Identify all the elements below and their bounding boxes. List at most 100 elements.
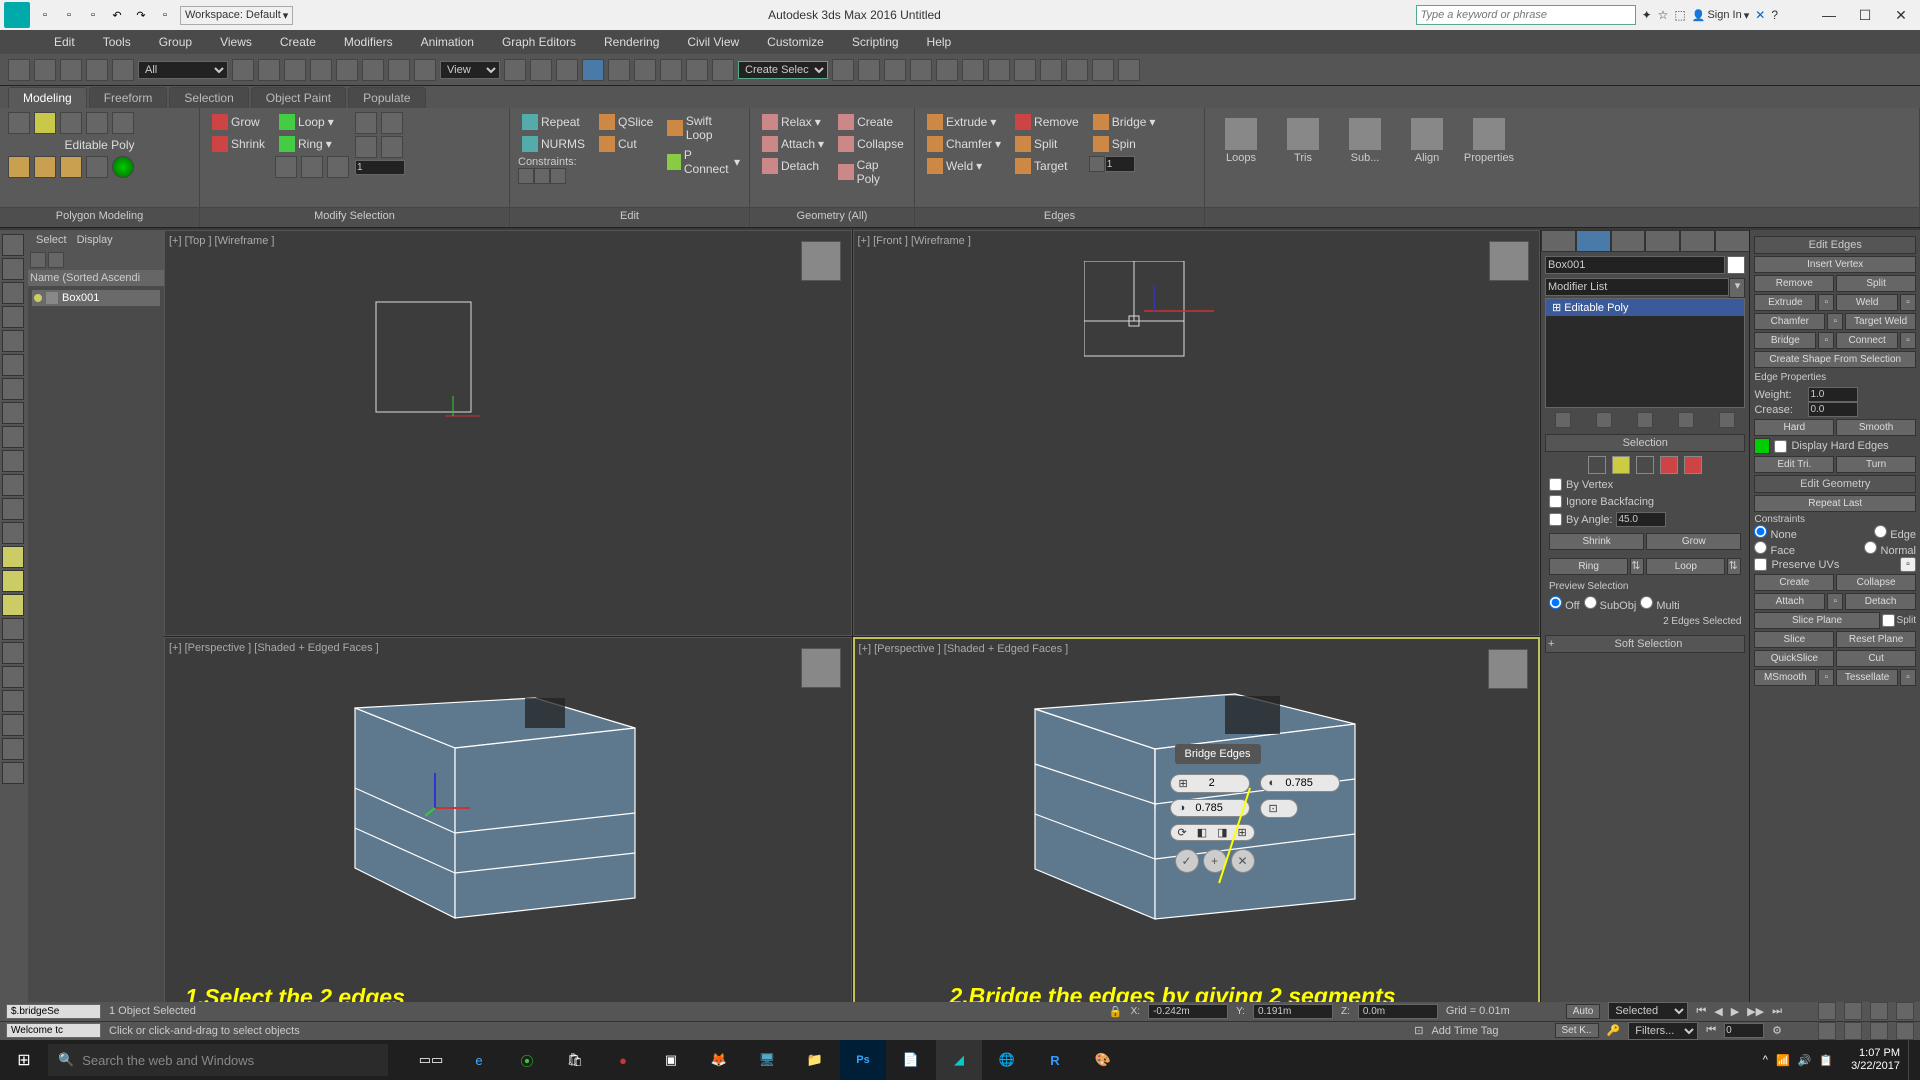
rotate-icon[interactable] [362,59,384,81]
split-checkbox[interactable]: Split [1882,612,1916,629]
notepad-icon[interactable]: 📄 [888,1040,934,1080]
msmooth-settings-icon[interactable]: ▫ [1818,669,1834,686]
shrink-button[interactable]: Shrink [208,134,269,154]
loop-button[interactable]: Loop ▾ [275,112,349,132]
attach-button2[interactable]: Attach [1754,593,1825,610]
byangle-checkbox[interactable] [1549,513,1562,526]
outline-icon[interactable] [381,136,403,158]
viewport-front[interactable]: [+] [Front ] [Wireframe ] [853,230,1541,636]
scale-icon[interactable] [388,59,410,81]
tray-volume-icon[interactable]: 🔊 [1798,1054,1812,1067]
light3-icon[interactable] [2,594,24,616]
dot-ring-icon[interactable] [381,112,403,134]
material-editor-icon[interactable] [988,59,1010,81]
key-icon[interactable]: 🔑 [1607,1024,1621,1037]
viewcube-front[interactable] [1489,241,1529,281]
fill-icon[interactable] [355,136,377,158]
chrome-icon[interactable]: 🌐 [984,1040,1030,1080]
rollout-selection[interactable]: Selection [1545,434,1745,452]
link-icon[interactable] [60,59,82,81]
menu-create[interactable]: Create [266,31,330,53]
ignorebf-checkbox[interactable]: Ignore Backfacing [1549,495,1741,508]
repeatlast-button[interactable]: Repeat Last [1754,495,1916,512]
tessellate-button[interactable]: Tessellate [1836,669,1898,686]
viewcube-p2[interactable] [1488,649,1528,689]
ring-button[interactable]: Ring ▾ [275,134,349,154]
pconnect-button[interactable]: P Connect ▾ [663,146,744,178]
panel-edit[interactable]: Edit [510,207,749,227]
modlist-dropdown-icon[interactable]: ▾ [1729,278,1745,298]
edge-opt-icon[interactable] [1089,156,1105,172]
monitor-icon[interactable]: 🖥 [744,1040,790,1080]
shape-ngon-icon[interactable] [2,522,24,544]
geo-plane-icon[interactable] [2,426,24,448]
turn-button[interactable]: Turn [1836,456,1916,473]
cmd-tab-display[interactable] [1680,230,1715,252]
properties-big-button[interactable]: Properties [1461,112,1517,170]
geo-teapot-icon[interactable] [2,330,24,352]
viewport-persp-left[interactable]: [+] [Perspective ] [Shaded + Edged Faces… [164,637,852,1043]
quickslice-button[interactable]: QuickSlice [1754,650,1834,667]
qat-open-icon[interactable]: ▫ [58,5,80,25]
stack-unique-icon[interactable] [1637,412,1653,428]
menu-group[interactable]: Group [145,31,206,53]
pm-next-icon[interactable] [60,156,82,178]
extrude-button[interactable]: Extrude ▾ [923,112,1005,132]
pm-dot-icon[interactable] [112,156,134,178]
layers-icon[interactable] [884,59,906,81]
explorer-icon[interactable]: 📁 [792,1040,838,1080]
edge-spinner[interactable] [1105,156,1135,172]
hp-icon[interactable] [2,762,24,784]
shape-arc-icon[interactable] [2,498,24,520]
resetplane-button[interactable]: Reset Plane [1836,631,1916,648]
weld-settings-icon[interactable]: ▫ [1900,294,1916,311]
tris-big-button[interactable]: Tris [1275,112,1331,170]
app-green-icon[interactable]: ⦿ [504,1040,550,1080]
bridge-button2[interactable]: Bridge [1754,332,1816,349]
key-filters[interactable]: Filters... [1628,1022,1698,1040]
subobj-border-icon[interactable] [60,112,82,134]
start-button[interactable]: ⊞ [0,1050,48,1070]
light2-icon[interactable] [2,570,24,592]
chamfer-settings-icon[interactable]: ▫ [1827,313,1843,330]
tab-populate[interactable]: Populate [348,87,425,108]
qat-undo-icon[interactable]: ↶ [106,5,128,25]
app-red-icon[interactable]: ● [600,1040,646,1080]
help-icon[interactable]: ? [1771,8,1778,22]
menu-help[interactable]: Help [913,31,966,53]
byangle-spinner[interactable] [1616,512,1666,527]
stack-show-icon[interactable] [1596,412,1612,428]
qat-save-icon[interactable]: ▫ [82,5,104,25]
connect-settings-icon[interactable]: ▫ [1900,332,1916,349]
exchange-icon[interactable]: ⬚ [1674,8,1685,22]
msmooth-button[interactable]: MSmooth [1754,669,1816,686]
tray-up-icon[interactable]: ^ [1763,1054,1768,1066]
create-button[interactable]: Create [834,112,908,132]
object-name-input[interactable] [1545,256,1725,274]
window-crossing-icon[interactable] [310,59,332,81]
so-vertex-icon[interactable] [1588,456,1606,474]
region-icon[interactable] [284,59,306,81]
se-filter2-icon[interactable] [48,252,64,268]
cons-none-radio[interactable]: None [1754,525,1796,541]
menu-civilview[interactable]: Civil View [673,31,753,53]
cmd-tab-modify[interactable] [1576,230,1611,252]
bind-icon[interactable] [112,59,134,81]
geo-cone-icon[interactable] [2,354,24,376]
so-edge-icon[interactable] [1612,456,1630,474]
curve-editor-icon[interactable] [936,59,958,81]
play-back-icon[interactable]: ◀ [1714,1005,1722,1018]
play-end-icon[interactable]: ⏭ [1772,1005,1782,1018]
play-icon[interactable]: ▶ [1731,1005,1739,1018]
dot-loop-icon[interactable] [355,112,377,134]
autokey-button[interactable]: Auto [1566,1004,1601,1019]
createshape-button[interactable]: Create Shape From Selection [1754,351,1916,368]
subobj-vertex-icon[interactable] [8,112,30,134]
target-button[interactable]: Target [1011,156,1083,176]
taskbar-search[interactable]: 🔍 Search the web and Windows [48,1044,388,1076]
z-coord[interactable]: 0.0m [1358,1004,1438,1019]
render-prod-icon[interactable] [1066,59,1088,81]
help-search-input[interactable] [1416,5,1636,25]
x-icon[interactable]: ✕ [1755,8,1765,22]
taskbar-clock[interactable]: 1:07 PM 3/22/2017 [1843,1047,1908,1073]
